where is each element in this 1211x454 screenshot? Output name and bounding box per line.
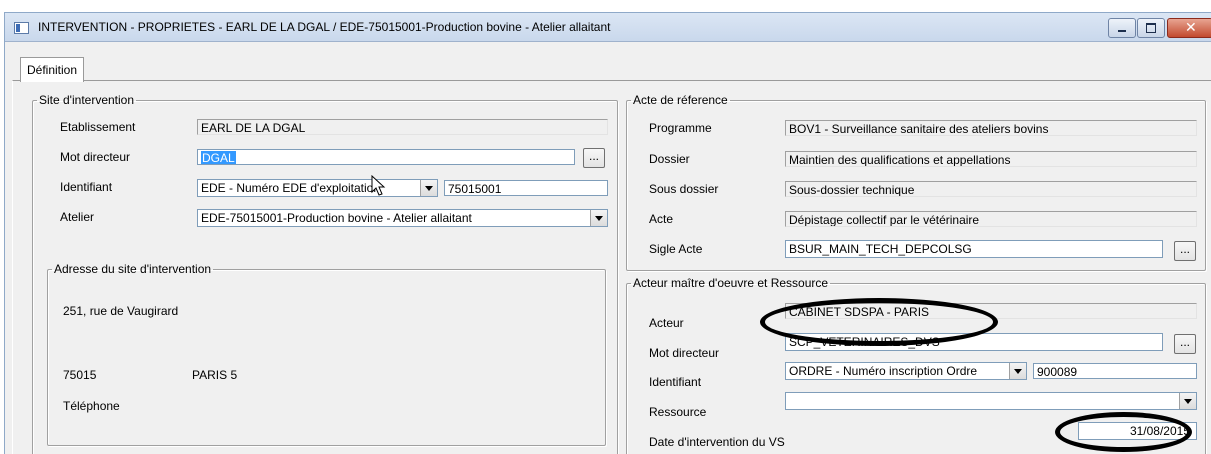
ressource-label: Ressource [649, 405, 707, 419]
chevron-down-icon[interactable] [1009, 363, 1026, 379]
acte-field: Dépistage collectif par le vétérinaire [785, 211, 1197, 227]
acteur-label: Acteur [649, 316, 684, 330]
etablissement-label: Etablissement [60, 120, 136, 134]
mot-directeur-browse-button[interactable]: ... [583, 148, 605, 168]
identifiant-input[interactable]: 75015001 [444, 180, 608, 196]
sigle-acte-label: Sigle Acte [649, 242, 703, 256]
ressource-select[interactable] [785, 392, 1197, 410]
address-postcode: 75015 [63, 368, 97, 382]
acteur-identifiant-label: Identifiant [649, 375, 702, 389]
acteur-field: CABINET SDSPA - PARIS [785, 303, 1197, 319]
acteur-mot-directeur-label: Mot directeur [649, 346, 720, 360]
title-bar[interactable]: INTERVENTION - PROPRIETES - EARL DE LA D… [5, 13, 1211, 42]
date-intervention-input[interactable]: 31/08/2015 [1078, 422, 1197, 440]
acteur-identifiant-input[interactable]: 900089 [1033, 363, 1197, 379]
address-legend: Adresse du site d'intervention [54, 262, 212, 276]
programme-label: Programme [649, 121, 712, 135]
sigle-acte-input[interactable]: BSUR_MAIN_TECH_DEPCOLSG [785, 240, 1163, 258]
date-intervention-label: Date d'intervention du VS [649, 435, 785, 449]
properties-window: INTERVENTION - PROPRIETES - EARL DE LA D… [4, 12, 1211, 454]
mot-directeur-label: Mot directeur [60, 150, 131, 164]
acteur-identifiant-type-value: ORDRE - Numéro inscription Ordre [789, 364, 978, 378]
acteur-ressource-legend: Acteur maître d'oeuvre et Ressource [633, 276, 829, 290]
chevron-down-icon[interactable] [1179, 393, 1196, 409]
sous-dossier-label: Sous dossier [649, 182, 719, 196]
dossier-field: Maintien des qualifications et appellati… [785, 151, 1197, 167]
minimize-button[interactable] [1108, 18, 1136, 38]
tab-definition[interactable]: Définition [20, 57, 85, 82]
identifiant-type-value: EDE - Numéro EDE d'exploitation [201, 181, 381, 195]
address-group: Adresse du site d'intervention [47, 262, 606, 446]
acte-reference-legend: Acte de réference [633, 93, 728, 107]
atelier-select[interactable]: EDE-75015001-Production bovine - Atelier… [197, 209, 608, 227]
identifiant-label: Identifiant [60, 180, 113, 194]
mouse-cursor-icon [371, 175, 386, 196]
mot-directeur-selected-text: DGAL [201, 151, 236, 165]
chevron-down-icon[interactable] [590, 210, 607, 226]
acteur-mot-directeur-browse-button[interactable]: ... [1174, 334, 1196, 354]
chevron-down-icon[interactable] [420, 180, 437, 196]
atelier-value: EDE-75015001-Production bovine - Atelier… [201, 211, 472, 225]
address-city: PARIS 5 [192, 368, 238, 382]
window-title: INTERVENTION - PROPRIETES - EARL DE LA D… [38, 20, 611, 34]
close-button[interactable]: ✕ [1167, 18, 1211, 38]
sigle-acte-browse-button[interactable]: ... [1174, 241, 1196, 261]
etablissement-field: EARL DE LA DGAL [197, 119, 608, 135]
acteur-mot-directeur-input[interactable]: SCP_VETERINAIRES_DVS [785, 333, 1163, 351]
maximize-button[interactable] [1137, 18, 1165, 38]
acteur-identifiant-type-select[interactable]: ORDRE - Numéro inscription Ordre [785, 362, 1027, 380]
site-intervention-legend: Site d'intervention [39, 93, 135, 107]
mot-directeur-input[interactable]: DGAL [197, 149, 575, 165]
identifiant-type-select[interactable]: EDE - Numéro EDE d'exploitation [197, 179, 438, 197]
programme-field: BOV1 - Surveillance sanitaire des atelie… [785, 120, 1197, 136]
phone-label: Téléphone [63, 399, 120, 413]
app-window-icon [14, 22, 29, 34]
close-icon: ✕ [1185, 19, 1197, 35]
acte-label: Acte [649, 212, 674, 226]
dossier-label: Dossier [649, 152, 690, 166]
sous-dossier-field: Sous-dossier technique [785, 181, 1197, 197]
address-street: 251, rue de Vaugirard [63, 304, 179, 318]
atelier-label: Atelier [60, 210, 95, 224]
